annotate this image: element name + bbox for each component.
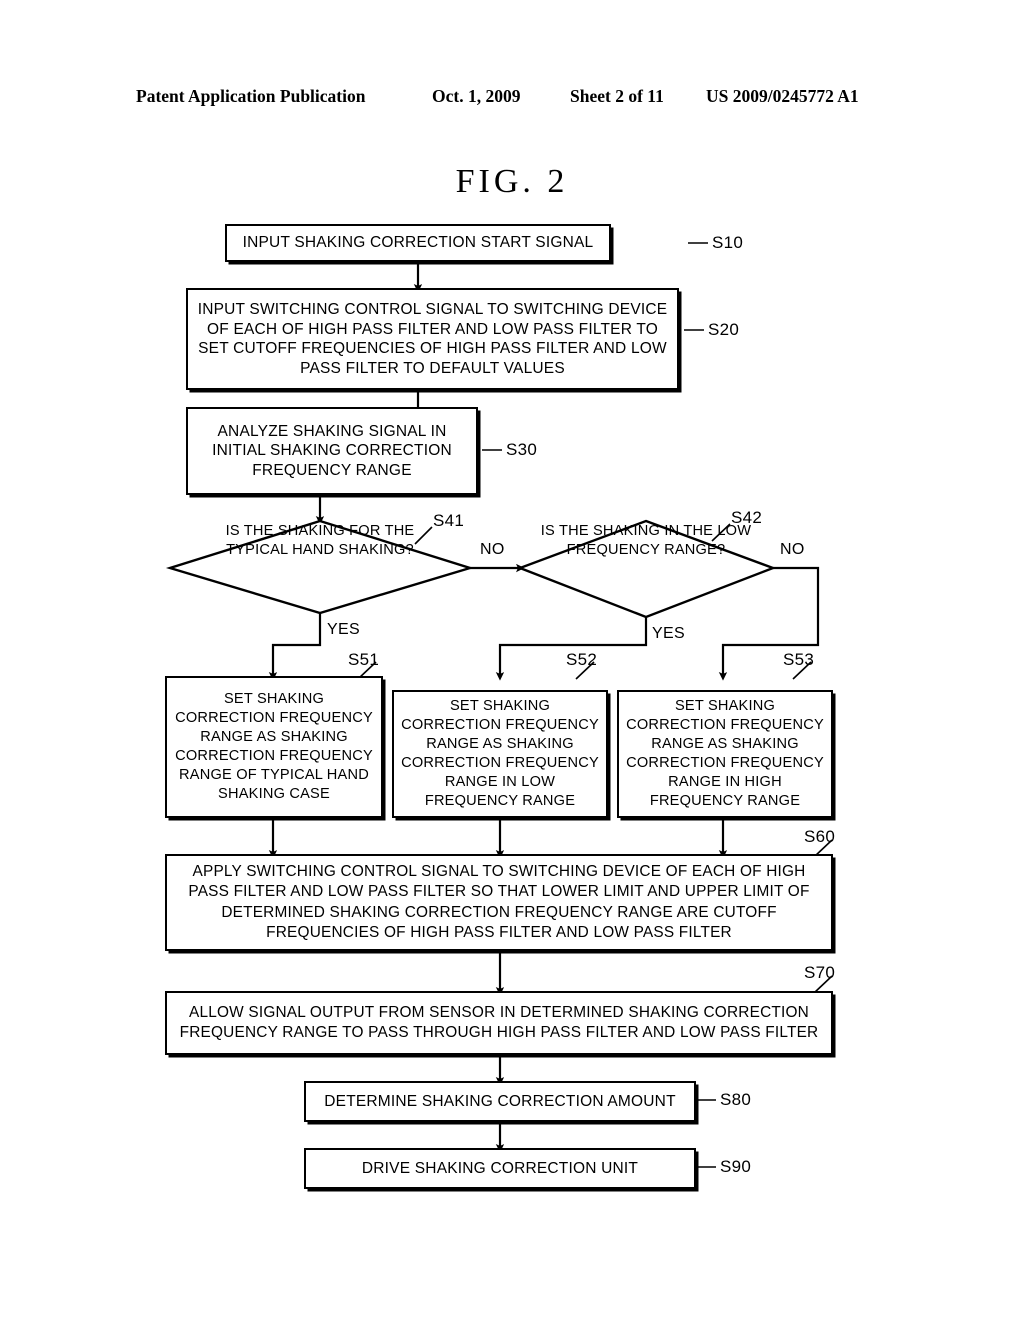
process-s20[interactable]: INPUT SWITCHING CONTROL SIGNAL TO SWITCH…: [186, 288, 679, 390]
label-s42-yes: YES: [652, 625, 685, 642]
flowchart-connectors: [165, 242, 833, 1168]
process-s51[interactable]: SET SHAKING CORRECTION FREQUENCY RANGE A…: [165, 676, 383, 818]
process-s30-text: ANALYZE SHAKING SIGNAL IN INITIAL SHAKIN…: [212, 422, 452, 479]
ref-s20: S20: [708, 320, 740, 339]
ref-s10: S10: [712, 233, 744, 252]
ref-s70: S70: [804, 963, 836, 982]
process-s70[interactable]: ALLOW SIGNAL OUTPUT FROM SENSOR IN DETER…: [165, 991, 833, 1055]
leader-s42: [711, 523, 731, 542]
leader-s41: [414, 526, 433, 545]
process-s53[interactable]: SET SHAKING CORRECTION FREQUENCY RANGE A…: [617, 690, 833, 818]
patent-figure-page: Patent Application Publication Oct. 1, 2…: [0, 0, 1024, 1320]
ref-s41: S41: [433, 511, 465, 530]
process-s51-text: SET SHAKING CORRECTION FREQUENCY RANGE A…: [175, 691, 373, 802]
edge-s41-yes-s51: [268, 613, 322, 681]
process-s53-text: SET SHAKING CORRECTION FREQUENCY RANGE A…: [626, 698, 824, 809]
process-s52-text: SET SHAKING CORRECTION FREQUENCY RANGE A…: [401, 698, 599, 809]
ref-s52: S52: [566, 650, 598, 669]
process-s20-text: INPUT SWITCHING CONTROL SIGNAL TO SWITCH…: [197, 301, 668, 377]
ref-s90: S90: [720, 1157, 752, 1176]
ref-s42: S42: [731, 508, 763, 527]
ref-s60: S60: [804, 827, 836, 846]
process-s80[interactable]: DETERMINE SHAKING CORRECTION AMOUNT: [304, 1081, 696, 1122]
process-s90-text: DRIVE SHAKING CORRECTION UNIT: [361, 1159, 639, 1177]
label-s41-no: NO: [480, 541, 505, 558]
process-s60[interactable]: APPLY SWITCHING CONTROL SIGNAL TO SWITCH…: [165, 854, 833, 951]
ref-s80: S80: [720, 1090, 752, 1109]
process-s30[interactable]: ANALYZE SHAKING SIGNAL IN INITIAL SHAKIN…: [186, 407, 478, 495]
ref-s53: S53: [783, 650, 815, 669]
process-s80-text: DETERMINE SHAKING CORRECTION AMOUNT: [324, 1092, 676, 1110]
label-s42-no: NO: [780, 541, 805, 558]
ref-s30: S30: [506, 440, 538, 459]
process-s10-text: INPUT SHAKING CORRECTION START SIGNAL: [242, 234, 594, 252]
decision-s42: [516, 519, 777, 619]
process-s90[interactable]: DRIVE SHAKING CORRECTION UNIT: [304, 1148, 696, 1189]
process-s60-text: APPLY SWITCHING CONTROL SIGNAL TO SWITCH…: [188, 862, 810, 942]
process-s10[interactable]: INPUT SHAKING CORRECTION START SIGNAL: [225, 224, 611, 262]
label-s41-yes: YES: [327, 621, 360, 638]
process-s70-text: ALLOW SIGNAL OUTPUT FROM SENSOR IN DETER…: [179, 1003, 819, 1042]
process-s52[interactable]: SET SHAKING CORRECTION FREQUENCY RANGE A…: [392, 690, 608, 818]
ref-s51: S51: [348, 650, 380, 669]
